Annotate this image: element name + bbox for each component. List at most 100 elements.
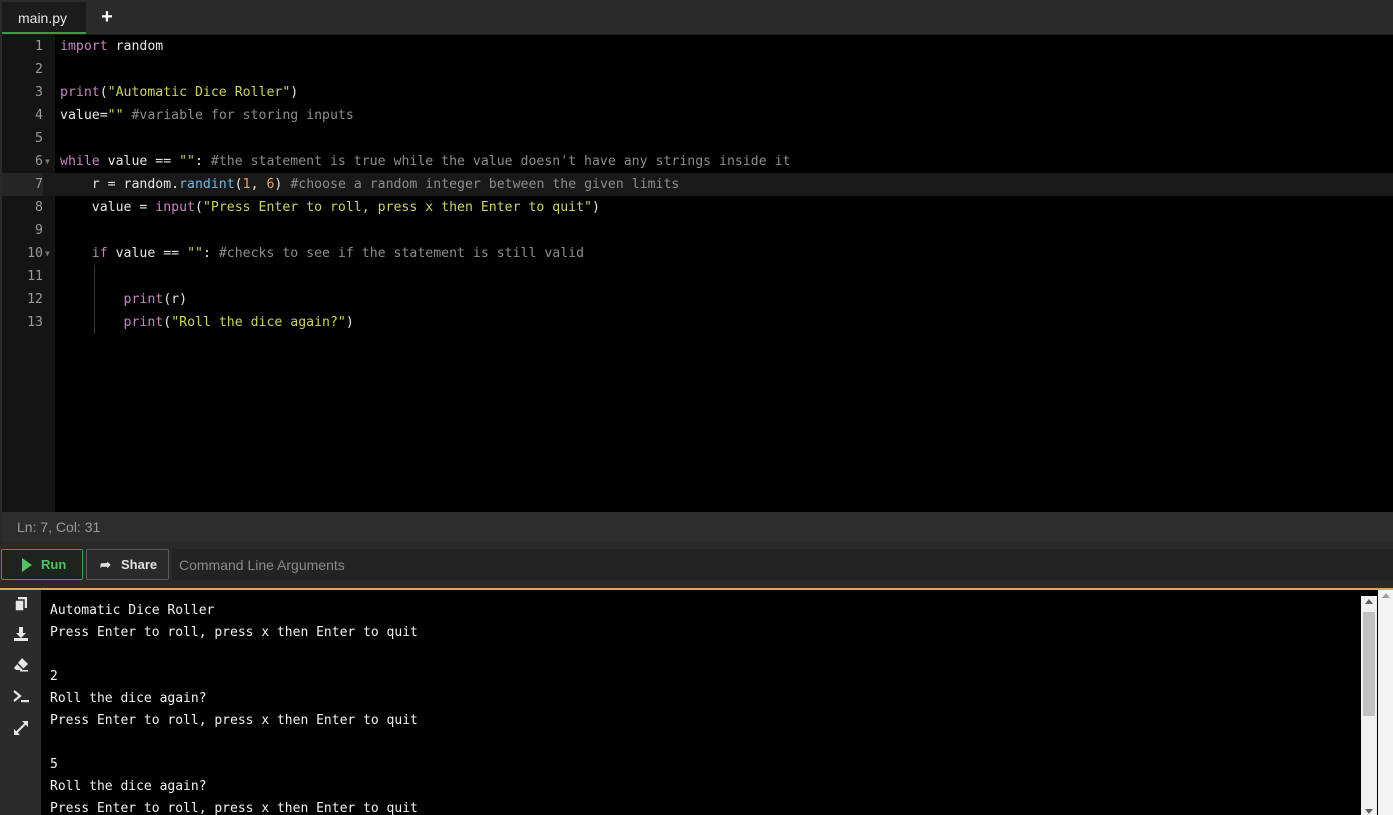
line-number: 4 <box>35 108 43 123</box>
indent-guide <box>94 265 95 334</box>
code-token: random <box>107 39 164 54</box>
code-text: value="" #variable for storing inputs <box>60 104 354 127</box>
code-token: ( <box>194 200 203 215</box>
expand-icon[interactable] <box>11 720 31 740</box>
code-line[interactable]: 5 <box>2 127 1393 150</box>
line-number: 12 <box>27 292 43 307</box>
code-line[interactable]: 10 ▼ if value == "": #checks to see if th… <box>2 242 1393 265</box>
code-token: r = random. <box>60 177 180 192</box>
action-toolbar: Run ➦ Share <box>0 542 1393 588</box>
code-token: "Press Enter to roll, press x then Enter… <box>202 200 592 215</box>
code-line[interactable]: 7 r = random.randint(1, 6) #choose a ran… <box>2 173 1393 196</box>
code-line[interactable]: 1 import random <box>2 35 1393 58</box>
code-token: "Automatic Dice Roller" <box>107 85 291 100</box>
command-line-arguments-input[interactable] <box>172 549 1393 580</box>
console-output[interactable]: Automatic Dice Roller Press Enter to roll… <box>50 600 1350 815</box>
line-number: 8 <box>35 200 43 215</box>
code-token: : <box>195 154 211 169</box>
code-token: ) <box>345 315 354 330</box>
cursor-position: Ln: 7, Col: 31 <box>2 512 1393 542</box>
line-number: 10 <box>27 246 43 261</box>
code-token: ) <box>591 200 600 215</box>
code-token: ( <box>163 315 172 330</box>
share-button[interactable]: ➦ Share <box>86 549 169 580</box>
scroll-thumb[interactable] <box>1363 612 1375 716</box>
line-number: 7 <box>2 173 43 196</box>
scroll-up-icon[interactable] <box>1365 599 1373 604</box>
play-icon <box>22 558 32 572</box>
scroll-down-icon[interactable] <box>1365 809 1373 814</box>
code-editor[interactable]: 1 import random 2 3 print("Automatic Dice Ro… <box>2 35 1393 512</box>
console-sidebar <box>0 590 41 815</box>
code-text: if value == "": #checks to see if the st… <box>60 242 584 265</box>
code-token: "" <box>179 154 195 169</box>
code-line[interactable]: 8 value = input("Press Enter to roll, pr… <box>2 196 1393 219</box>
code-token: ) <box>290 85 299 100</box>
share-button-label: Share <box>121 557 158 572</box>
page-scroll-up-icon[interactable] <box>1382 593 1390 598</box>
run-button-label: Run <box>41 557 67 572</box>
code-token: import <box>60 39 108 54</box>
download-icon[interactable] <box>11 626 31 646</box>
code-token: randint <box>179 177 235 192</box>
code-token: , <box>250 177 267 192</box>
code-line[interactable]: 6 ▼ while value == "": #the statement is t… <box>2 150 1393 173</box>
code-token: 1 <box>242 177 251 192</box>
tab-main-py[interactable]: main.py <box>2 2 86 34</box>
code-line[interactable]: 4 value="" #variable for storing inputs <box>2 104 1393 127</box>
code-token: ( <box>234 177 243 192</box>
code-token: = <box>99 108 108 123</box>
terminal-icon[interactable] <box>11 688 31 708</box>
console-output-line: Press Enter to roll, press x then Enter … <box>50 625 418 640</box>
code-token: input <box>155 200 195 215</box>
line-number: 5 <box>35 131 43 146</box>
code-token: if <box>91 246 108 261</box>
run-button[interactable]: Run <box>1 549 83 580</box>
code-token: print <box>123 315 164 330</box>
code-token: #variable for storing inputs <box>123 108 354 123</box>
code-line[interactable]: 9 <box>2 219 1393 242</box>
code-text: value = input("Press Enter to roll, pres… <box>60 196 600 219</box>
line-number: 2 <box>35 62 43 77</box>
plus-icon[interactable]: + <box>96 6 118 28</box>
code-line[interactable]: 11 <box>2 265 1393 288</box>
code-line[interactable]: 2 <box>2 58 1393 81</box>
tab-bar: main.py + <box>0 0 1393 35</box>
code-text: print(r) <box>60 288 188 311</box>
code-text: while value == "": #the statement is tru… <box>60 150 790 173</box>
line-number: 1 <box>35 39 43 54</box>
console-output-line: Roll the dice again? <box>50 779 207 794</box>
code-token: ( <box>99 85 108 100</box>
code-token: #the statement is true while the value d… <box>210 154 791 169</box>
code-token: #choose a random integer between the giv… <box>290 177 680 192</box>
console-scrollbar[interactable] <box>1361 596 1377 815</box>
eraser-icon[interactable] <box>11 656 31 676</box>
code-text: print("Roll the dice again?") <box>60 311 354 334</box>
code-token: print <box>123 292 164 307</box>
code-line[interactable]: 12 print(r) <box>2 288 1393 311</box>
code-token: value == <box>107 246 188 261</box>
copy-icon[interactable] <box>11 596 31 616</box>
code-token: value = <box>60 200 156 215</box>
code-token: "" <box>107 108 124 123</box>
code-line[interactable]: 3 print("Automatic Dice Roller") <box>2 81 1393 104</box>
console-output-line: Automatic Dice Roller <box>50 603 215 618</box>
code-token: ) <box>274 177 291 192</box>
line-number: 13 <box>27 315 43 330</box>
code-token: while <box>60 154 100 169</box>
fold-arrow-icon[interactable]: ▼ <box>45 150 53 173</box>
code-line[interactable]: 13 print("Roll the dice again?") <box>2 311 1393 334</box>
line-number: 9 <box>35 223 43 238</box>
page-scrollbar[interactable] <box>1378 590 1393 815</box>
console-output-line: 5 <box>50 757 58 772</box>
fold-arrow-icon[interactable]: ▼ <box>45 242 53 265</box>
share-icon: ➦ <box>100 557 111 572</box>
code-text: print("Automatic Dice Roller") <box>60 81 298 104</box>
code-token: value <box>60 108 100 123</box>
code-token: value == <box>99 154 180 169</box>
console-output-line: Press Enter to roll, press x then Enter … <box>50 801 418 815</box>
